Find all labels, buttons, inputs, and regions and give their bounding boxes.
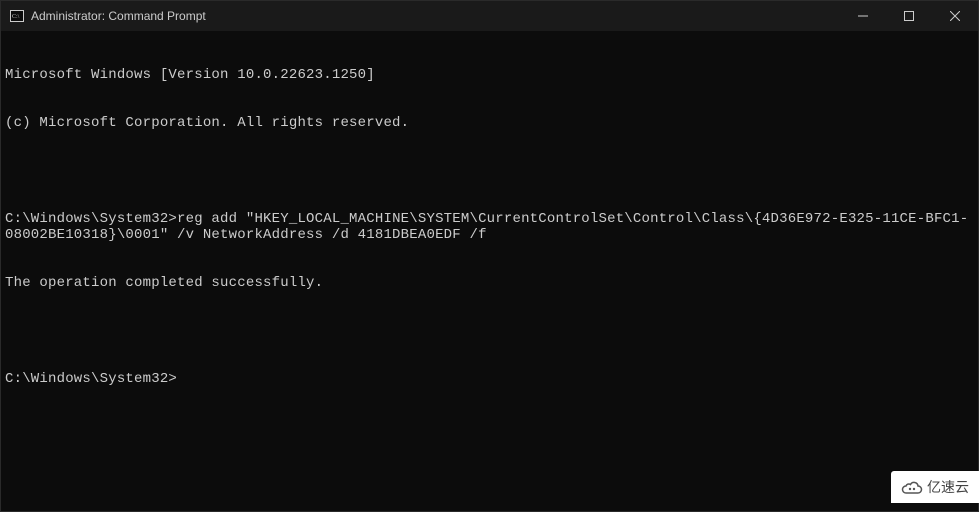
maximize-icon [904,11,914,21]
minimize-button[interactable] [840,1,886,31]
banner-line: (c) Microsoft Corporation. All rights re… [5,115,974,131]
titlebar[interactable]: C:\ Administrator: Command Prompt [1,1,978,31]
maximize-button[interactable] [886,1,932,31]
window-controls [840,1,978,31]
close-button[interactable] [932,1,978,31]
blank-line [5,323,974,339]
minimize-icon [858,11,868,21]
active-prompt: C:\Windows\System32> [5,371,974,387]
prompt-command-line: C:\Windows\System32>reg add "HKEY_LOCAL_… [5,211,974,243]
window-title: Administrator: Command Prompt [31,9,206,23]
cloud-icon [901,479,923,495]
command-prompt-window: C:\ Administrator: Command Prompt [0,0,979,512]
watermark-text: 亿速云 [927,477,969,497]
banner-line: Microsoft Windows [Version 10.0.22623.12… [5,67,974,83]
prompt: C:\Windows\System32> [5,211,177,227]
blank-line [5,163,974,179]
output-line: The operation completed successfully. [5,275,974,291]
terminal-area[interactable]: Microsoft Windows [Version 10.0.22623.12… [1,31,978,511]
cmd-icon: C:\ [9,8,25,24]
watermark-badge: 亿速云 [891,471,979,503]
close-icon [950,11,960,21]
svg-text:C:\: C:\ [12,14,20,20]
